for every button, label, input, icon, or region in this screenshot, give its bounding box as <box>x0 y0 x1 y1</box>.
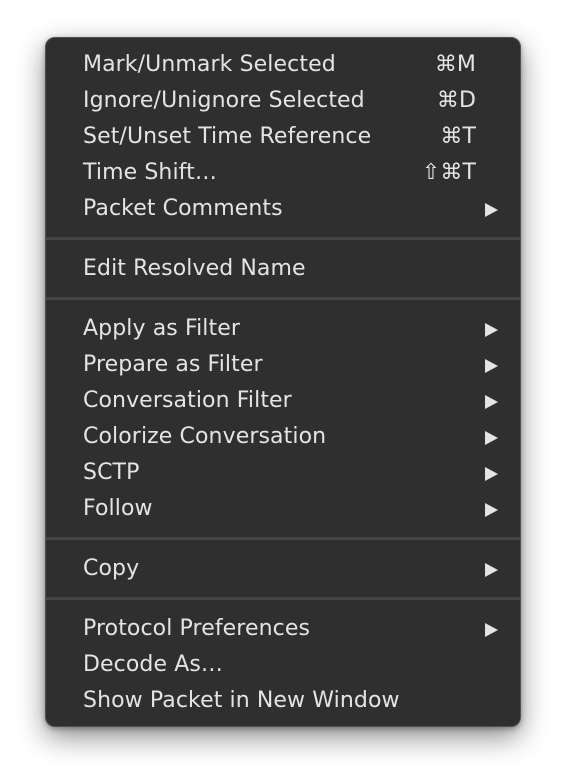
submenu-arrow-icon <box>485 359 498 373</box>
menu-item-label: Ignore/Unignore Selected <box>83 88 365 113</box>
submenu-arrow-icon <box>485 503 498 517</box>
menu-item-shortcut: ⌘T <box>440 124 476 149</box>
menu-item-conversation-filter[interactable]: Conversation Filter <box>46 383 520 419</box>
menu-separator <box>46 227 520 251</box>
menu-item-time-shift[interactable]: Time Shift… ⇧⌘T <box>46 155 520 191</box>
menu-item-label: SCTP <box>83 460 140 485</box>
menu-item-sctp[interactable]: SCTP <box>46 455 520 491</box>
menu-item-prepare-as-filter[interactable]: Prepare as Filter <box>46 347 520 383</box>
menu-item-follow[interactable]: Follow <box>46 491 520 527</box>
menu-item-label: Time Shift… <box>83 160 217 185</box>
menu-item-protocol-preferences[interactable]: Protocol Preferences <box>46 611 520 647</box>
menu-item-label: Copy <box>83 556 140 581</box>
menu-item-copy[interactable]: Copy <box>46 551 520 587</box>
menu-item-label: Apply as Filter <box>83 316 241 341</box>
menu-item-set-unset-time-reference[interactable]: Set/Unset Time Reference ⌘T <box>46 119 520 155</box>
context-menu: Mark/Unmark Selected ⌘M Ignore/Unignore … <box>45 37 521 727</box>
menu-separator <box>46 527 520 551</box>
menu-item-colorize-conversation[interactable]: Colorize Conversation <box>46 419 520 455</box>
menu-item-label: Set/Unset Time Reference <box>83 124 372 149</box>
menu-item-shortcut: ⌘M <box>434 52 476 77</box>
menu-item-label: Conversation Filter <box>83 388 292 413</box>
menu-item-label: Prepare as Filter <box>83 352 263 377</box>
menu-item-label: Decode As… <box>83 652 224 677</box>
submenu-arrow-icon <box>485 203 498 217</box>
menu-item-edit-resolved-name[interactable]: Edit Resolved Name <box>46 251 520 287</box>
menu-item-show-packet-in-new-window[interactable]: Show Packet in New Window <box>46 683 520 719</box>
menu-item-shortcut: ⌘D <box>436 88 476 113</box>
menu-separator <box>46 587 520 611</box>
menu-item-label: Packet Comments <box>83 196 283 221</box>
menu-item-label: Mark/Unmark Selected <box>83 52 336 77</box>
submenu-arrow-icon <box>485 395 498 409</box>
menu-item-shortcut: ⇧⌘T <box>421 160 476 185</box>
menu-separator <box>46 287 520 311</box>
menu-item-label: Protocol Preferences <box>83 616 311 641</box>
menu-item-mark-unmark-selected[interactable]: Mark/Unmark Selected ⌘M <box>46 47 520 83</box>
menu-item-ignore-unignore-selected[interactable]: Ignore/Unignore Selected ⌘D <box>46 83 520 119</box>
submenu-arrow-icon <box>485 467 498 481</box>
menu-item-label: Colorize Conversation <box>83 424 327 449</box>
menu-item-label: Follow <box>83 496 153 521</box>
menu-item-decode-as[interactable]: Decode As… <box>46 647 520 683</box>
menu-item-packet-comments[interactable]: Packet Comments <box>46 191 520 227</box>
submenu-arrow-icon <box>485 431 498 445</box>
submenu-arrow-icon <box>485 323 498 337</box>
submenu-arrow-icon <box>485 623 498 637</box>
menu-item-label: Edit Resolved Name <box>83 256 306 281</box>
menu-item-label: Show Packet in New Window <box>83 688 400 713</box>
menu-item-apply-as-filter[interactable]: Apply as Filter <box>46 311 520 347</box>
submenu-arrow-icon <box>485 563 498 577</box>
